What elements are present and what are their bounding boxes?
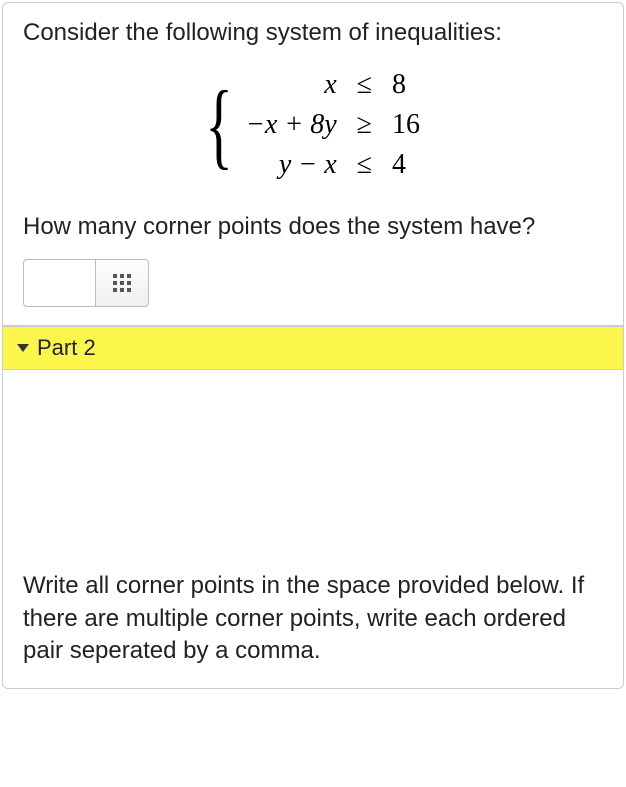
caret-down-icon — [17, 344, 29, 352]
relation: ≥ — [347, 105, 382, 145]
left-brace: { — [205, 82, 233, 168]
keypad-button[interactable] — [95, 259, 149, 307]
inequality-row: y − x ≤ 4 — [236, 145, 430, 185]
keypad-icon — [113, 274, 131, 292]
inequality-table: x ≤ 8 −x + 8y ≥ 16 y − x ≤ 4 — [236, 65, 430, 185]
corner-count-input[interactable] — [23, 259, 95, 307]
instructions-text: Write all corner points in the space pro… — [23, 570, 603, 667]
rhs: 16 — [382, 105, 430, 145]
part-2-label: Part 2 — [37, 335, 96, 361]
rhs: 4 — [382, 145, 430, 185]
system-of-inequalities: { x ≤ 8 −x + 8y ≥ 16 y − x ≤ — [23, 65, 603, 185]
lhs: y − x — [236, 145, 347, 185]
part-1: Consider the following system of inequal… — [3, 3, 623, 326]
intro-text: Consider the following system of inequal… — [23, 19, 603, 47]
lhs: x — [236, 65, 347, 105]
answer-input-group — [23, 259, 603, 307]
question-text: How many corner points does the system h… — [23, 211, 603, 243]
inequality-row: x ≤ 8 — [236, 65, 430, 105]
lhs: −x + 8y — [236, 105, 347, 145]
relation: ≤ — [347, 65, 382, 105]
rhs: 8 — [382, 65, 430, 105]
inequality-row: −x + 8y ≥ 16 — [236, 105, 430, 145]
part-2-body: Write all corner points in the space pro… — [3, 370, 623, 687]
part-2-header[interactable]: Part 2 — [3, 326, 623, 370]
question-panel: Consider the following system of inequal… — [2, 2, 624, 689]
relation: ≤ — [347, 145, 382, 185]
